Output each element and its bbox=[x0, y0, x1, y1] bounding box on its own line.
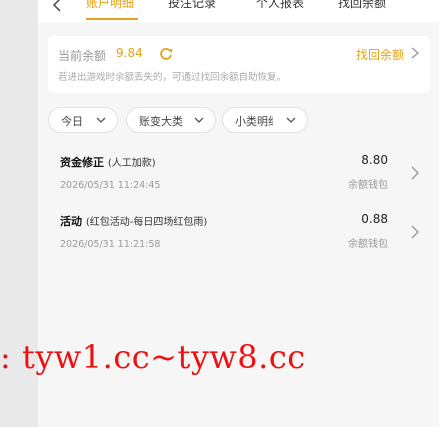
tab-bet-records[interactable]: 投注记录 bbox=[168, 0, 216, 11]
transaction-time: 2026/05/31 11:24:45 bbox=[60, 180, 161, 191]
filter-date[interactable]: 今日 bbox=[48, 107, 118, 133]
active-tab-indicator bbox=[86, 18, 138, 20]
recover-balance-link[interactable]: 找回余额 bbox=[356, 46, 404, 63]
balance-note: 若进出游戏时余额丢失的，可通过找回余额自助恢复。 bbox=[58, 72, 287, 83]
transaction-amount: 8.80 bbox=[361, 153, 388, 167]
transaction-wallet: 余额钱包 bbox=[348, 239, 388, 250]
balance-value: 9.84 bbox=[116, 46, 143, 60]
tab-bar: 账户明细 投注记录 个人报表 找回余额 bbox=[38, 0, 439, 22]
transaction-subtitle: (红包活动-每日四场红包雨) bbox=[85, 217, 208, 228]
transaction-row[interactable]: 活动 (红包活动-每日四场红包雨) 2026/05/31 11:21:58 0.… bbox=[48, 206, 430, 260]
filter-sub-category-label: 小类明细 bbox=[235, 115, 273, 128]
balance-label: 当前余额 bbox=[58, 49, 107, 63]
transaction-title: 资金修正 (人工加款) bbox=[60, 156, 156, 169]
chevron-right-icon[interactable] bbox=[410, 165, 420, 181]
transaction-subtitle: (人工加款) bbox=[107, 158, 156, 169]
tab-account-details[interactable]: 账户明细 bbox=[86, 0, 134, 11]
chevron-down-icon bbox=[286, 117, 296, 123]
watermark-text: : tyw1.cc~tyw8.cc bbox=[0, 338, 306, 376]
transaction-time: 2026/05/31 11:21:58 bbox=[60, 239, 161, 250]
transaction-row[interactable]: 资金修正 (人工加款) 2026/05/31 11:24:45 8.80 余额钱… bbox=[48, 147, 430, 201]
balance-card: 当前余额 9.84 找回余额 若进出游戏时余额丢失的，可通过找回余额自助恢复。 bbox=[48, 36, 430, 93]
chevron-right-icon[interactable] bbox=[408, 45, 422, 61]
chevron-down-icon bbox=[194, 117, 204, 123]
tab-recover-balance[interactable]: 找回余额 bbox=[338, 0, 386, 11]
transaction-wallet: 余额钱包 bbox=[348, 180, 388, 191]
chevron-right-icon[interactable] bbox=[410, 224, 420, 240]
back-icon[interactable] bbox=[48, 0, 66, 14]
transaction-title: 活动 (红包活动-每日四场红包雨) bbox=[60, 215, 208, 228]
chevron-down-icon bbox=[96, 117, 106, 123]
filter-date-label: 今日 bbox=[61, 115, 83, 128]
refresh-icon[interactable] bbox=[158, 46, 174, 62]
transaction-amount: 0.88 bbox=[361, 212, 388, 226]
filter-major-category[interactable]: 账变大类 bbox=[126, 107, 216, 133]
filter-sub-category[interactable]: 小类明细 bbox=[222, 107, 308, 133]
tab-personal-report[interactable]: 个人报表 bbox=[256, 0, 304, 11]
filter-major-category-label: 账变大类 bbox=[139, 115, 183, 128]
